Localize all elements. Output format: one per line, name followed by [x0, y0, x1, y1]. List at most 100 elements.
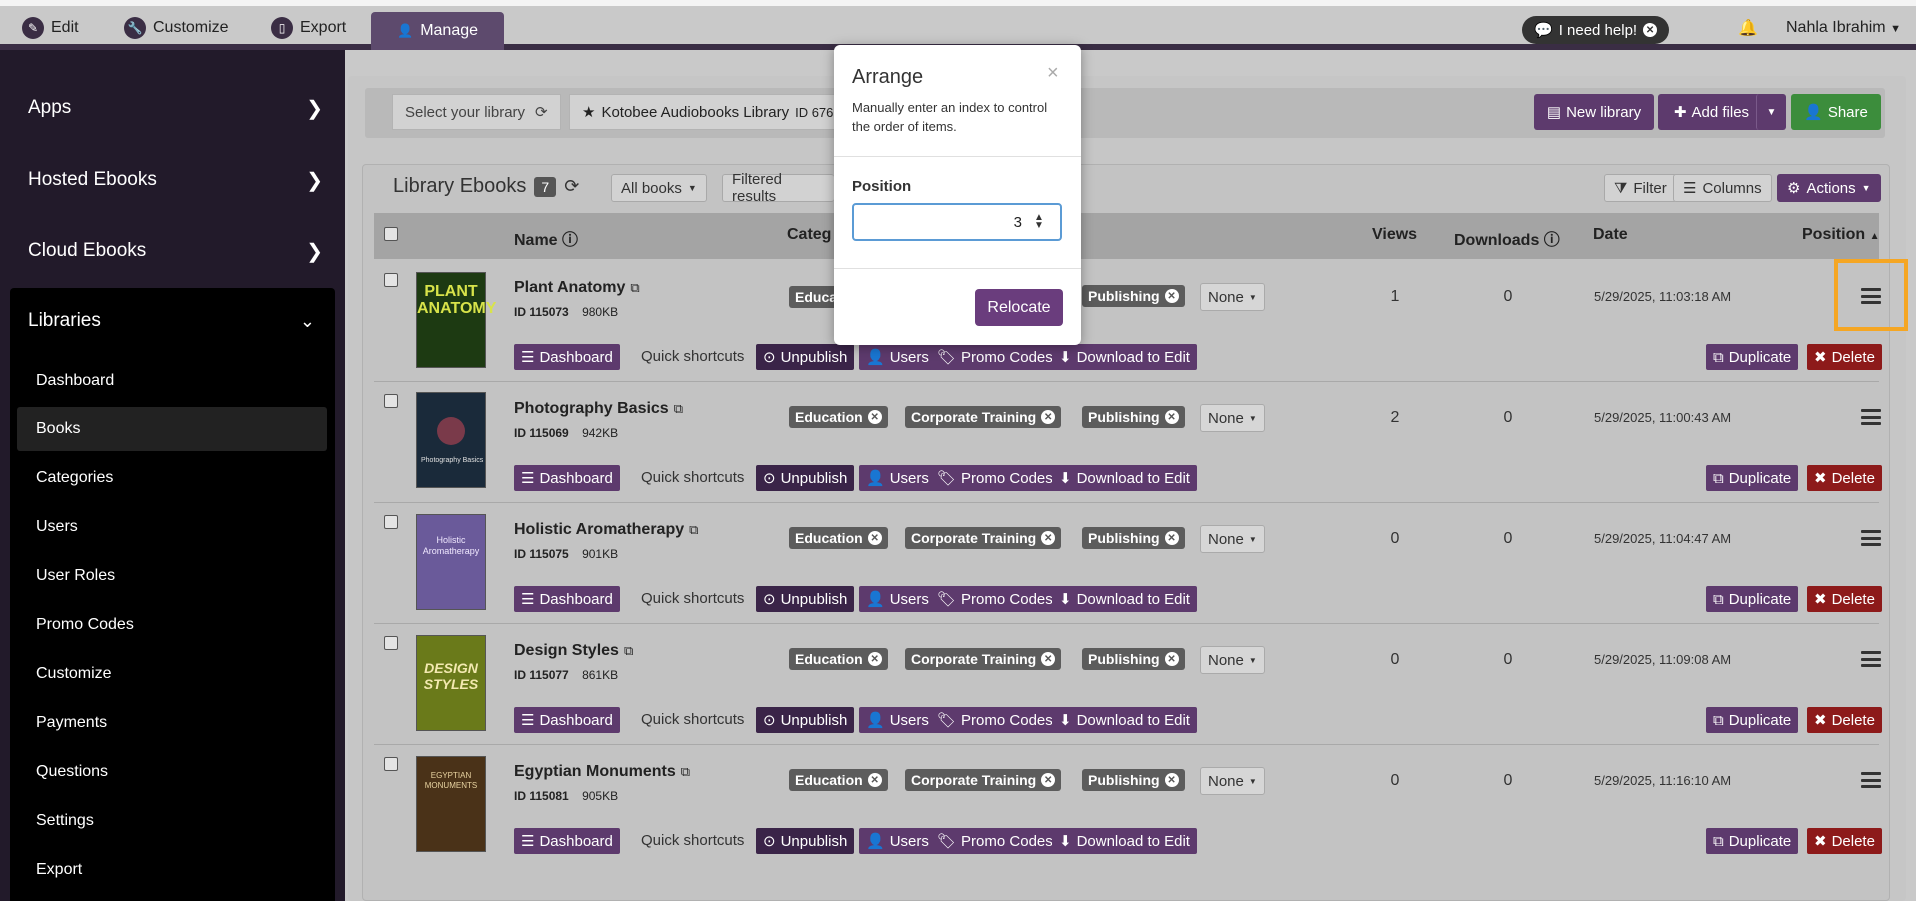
copy-icon[interactable]: ⧉ [630, 280, 639, 296]
columns-button[interactable]: ☰ Columns [1673, 174, 1772, 202]
copy-icon[interactable]: ⧉ [681, 764, 690, 780]
relocate-button[interactable]: Relocate [975, 289, 1063, 326]
dashboard-button[interactable]: ☰ Dashboard [514, 707, 620, 733]
close-icon[interactable]: × [1047, 62, 1059, 85]
reorder-handle-icon[interactable] [1861, 530, 1881, 546]
remove-tag-icon[interactable]: ✕ [867, 531, 882, 545]
dashboard-button[interactable]: ☰ Dashboard [514, 828, 620, 854]
header-name[interactable]: Name ⓘ [514, 226, 578, 250]
tab-manage[interactable]: 👤 Manage [371, 12, 505, 50]
unpublish-button[interactable]: ⊙ Unpublish [756, 344, 855, 370]
sidebar-sub-books[interactable]: Books [17, 407, 327, 451]
book-title[interactable]: Photography Basics ⧉ [514, 400, 683, 418]
users-button[interactable]: 👤 Users [859, 707, 936, 733]
new-library-button[interactable]: ▤ New library [1534, 94, 1654, 130]
delete-button[interactable]: ✖ Delete [1807, 586, 1882, 612]
book-cover[interactable]: DESIGN STYLES [416, 635, 486, 731]
share-button[interactable]: 👤 Share [1791, 94, 1881, 130]
position-input[interactable] [852, 203, 1062, 241]
sidebar-item-cloud-ebooks[interactable]: Cloud Ebooks ❯ [0, 216, 345, 286]
users-button[interactable]: 👤 Users [859, 828, 936, 854]
user-menu[interactable]: Nahla Ibrahim ▼ [1786, 19, 1901, 37]
help-button[interactable]: 💬 I need help! ✕ [1522, 16, 1670, 44]
remove-tag-icon[interactable]: ✕ [1041, 652, 1056, 666]
sidebar-sub-payments[interactable]: Payments [17, 701, 327, 745]
row-checkbox[interactable] [384, 636, 398, 650]
users-button[interactable]: 👤 Users [859, 344, 936, 370]
remove-tag-icon[interactable]: ✕ [1164, 531, 1179, 545]
users-button[interactable]: 👤 Users [859, 465, 936, 491]
delete-button[interactable]: ✖ Delete [1807, 828, 1882, 854]
sidebar-item-hosted-ebooks[interactable]: Hosted Ebooks ❯ [0, 145, 345, 215]
refresh-icon[interactable]: ⟳ [564, 176, 579, 197]
filter-button[interactable]: ⧩ Filter [1604, 174, 1677, 202]
row-checkbox[interactable] [384, 515, 398, 529]
delete-button[interactable]: ✖ Delete [1807, 344, 1882, 370]
copy-icon[interactable]: ⧉ [689, 522, 698, 538]
download-to-edit-button[interactable]: ⬇ Download to Edit [1052, 828, 1197, 854]
remove-tag-icon[interactable]: ✕ [867, 410, 882, 424]
library-name[interactable]: ★ Kotobee Audiobooks Library ID 676 [569, 94, 839, 130]
header-date[interactable]: Date [1593, 226, 1628, 244]
none-dropdown[interactable]: None ▼ [1200, 767, 1265, 795]
sidebar-sub-export[interactable]: Export [17, 848, 327, 892]
header-views[interactable]: Views [1372, 226, 1417, 244]
close-icon[interactable]: ✕ [1643, 23, 1658, 37]
download-to-edit-button[interactable]: ⬇ Download to Edit [1052, 586, 1197, 612]
remove-tag-icon[interactable]: ✕ [1164, 289, 1179, 303]
sidebar-item-apps[interactable]: Apps ❯ [0, 73, 345, 143]
remove-tag-icon[interactable]: ✕ [1164, 652, 1179, 666]
none-dropdown[interactable]: None ▼ [1200, 404, 1265, 432]
sidebar-sub-users[interactable]: Users [17, 505, 327, 549]
copy-icon[interactable]: ⧉ [624, 643, 633, 659]
delete-button[interactable]: ✖ Delete [1807, 707, 1882, 733]
remove-tag-icon[interactable]: ✕ [1041, 410, 1056, 424]
reorder-handle-icon[interactable] [1861, 651, 1881, 667]
copy-icon[interactable]: ⧉ [674, 401, 683, 417]
remove-tag-icon[interactable]: ✕ [867, 773, 882, 787]
reorder-handle-icon[interactable] [1861, 409, 1881, 425]
row-checkbox[interactable] [384, 757, 398, 771]
duplicate-button[interactable]: ⧉ Duplicate [1706, 586, 1799, 612]
all-books-dropdown[interactable]: All books ▼ [611, 174, 707, 202]
remove-tag-icon[interactable]: ✕ [1041, 773, 1056, 787]
sidebar-sub-promo-codes[interactable]: Promo Codes [17, 603, 327, 647]
sidebar-sub-user-roles[interactable]: User Roles [17, 554, 327, 598]
remove-tag-icon[interactable]: ✕ [1164, 773, 1179, 787]
none-dropdown[interactable]: None ▼ [1200, 646, 1265, 674]
row-checkbox[interactable] [384, 394, 398, 408]
add-files-dropdown[interactable]: ▼ [1756, 94, 1786, 130]
promo-codes-button[interactable]: 🏷 Promo Codes [930, 586, 1060, 612]
row-checkbox[interactable] [384, 273, 398, 287]
book-cover[interactable]: EGYPTIAN MONUMENTS [416, 756, 486, 852]
download-to-edit-button[interactable]: ⬇ Download to Edit [1052, 707, 1197, 733]
none-dropdown[interactable]: None ▼ [1200, 525, 1265, 553]
sidebar-sub-questions[interactable]: Questions [17, 750, 327, 794]
dashboard-button[interactable]: ☰ Dashboard [514, 586, 620, 612]
download-to-edit-button[interactable]: ⬇ Download to Edit [1052, 465, 1197, 491]
duplicate-button[interactable]: ⧉ Duplicate [1706, 344, 1799, 370]
duplicate-button[interactable]: ⧉ Duplicate [1706, 707, 1799, 733]
select-all-checkbox[interactable] [384, 227, 398, 241]
bell-icon[interactable]: 🔔 [1738, 18, 1758, 38]
dashboard-button[interactable]: ☰ Dashboard [514, 344, 620, 370]
select-library-button[interactable]: Select your library ⟳ [392, 94, 561, 130]
book-title[interactable]: Plant Anatomy ⧉ [514, 279, 640, 297]
unpublish-button[interactable]: ⊙ Unpublish [756, 465, 855, 491]
unpublish-button[interactable]: ⊙ Unpublish [756, 828, 855, 854]
sidebar-sub-settings[interactable]: Settings [17, 799, 327, 843]
unpublish-button[interactable]: ⊙ Unpublish [756, 707, 855, 733]
unpublish-button[interactable]: ⊙ Unpublish [756, 586, 855, 612]
book-cover[interactable]: Holistic Aromatherapy [416, 514, 486, 610]
stepper-icon[interactable]: ▲ ▼ [1034, 213, 1044, 231]
actions-dropdown[interactable]: ⚙ Actions ▼ [1777, 174, 1881, 202]
book-title[interactable]: Egyptian Monuments ⧉ [514, 763, 690, 781]
remove-tag-icon[interactable]: ✕ [867, 652, 882, 666]
delete-button[interactable]: ✖ Delete [1807, 465, 1882, 491]
duplicate-button[interactable]: ⧉ Duplicate [1706, 465, 1799, 491]
promo-codes-button[interactable]: 🏷 Promo Codes [930, 465, 1060, 491]
promo-codes-button[interactable]: 🏷 Promo Codes [930, 828, 1060, 854]
sidebar-sub-categories[interactable]: Categories [17, 456, 327, 500]
header-downloads[interactable]: Downloads ⓘ [1454, 226, 1560, 250]
none-dropdown[interactable]: None ▼ [1200, 283, 1265, 311]
